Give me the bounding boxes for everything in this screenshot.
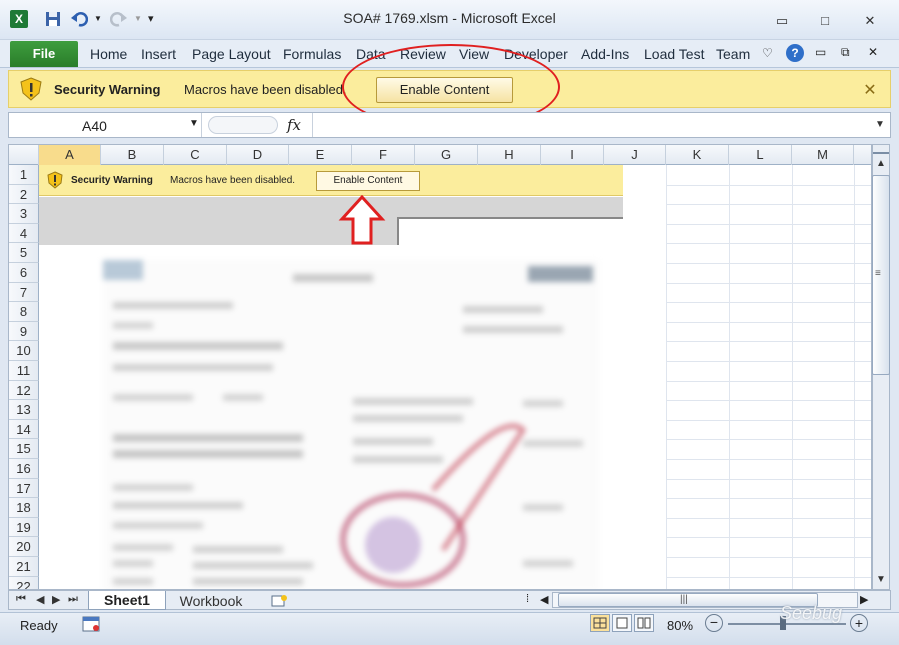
security-warning-title: Security Warning — [54, 82, 161, 97]
column-header[interactable]: A — [39, 145, 101, 165]
row-header[interactable]: 10 — [9, 341, 39, 361]
row-header[interactable]: 5 — [9, 243, 39, 263]
tab-load-test[interactable]: Load Test — [644, 46, 704, 62]
row-header[interactable]: 9 — [9, 321, 39, 342]
embedded-shield-icon — [47, 171, 63, 189]
scroll-left-icon[interactable]: ◀ — [540, 593, 548, 606]
workbook-minimize-icon[interactable]: ▭ — [815, 45, 826, 59]
security-warning-close-icon[interactable]: ✕ — [861, 80, 879, 99]
row-header[interactable]: 18 — [9, 498, 39, 518]
row-header[interactable]: 8 — [9, 302, 39, 322]
row-header[interactable]: 20 — [9, 537, 39, 557]
column-header[interactable]: M — [792, 145, 854, 165]
tab-formulas[interactable]: Formulas — [283, 46, 341, 62]
last-sheet-icon[interactable]: ⏭ — [68, 593, 78, 606]
zoom-level[interactable]: 80% — [667, 618, 693, 633]
row-header[interactable]: 6 — [9, 263, 39, 283]
embedded-warning-message: Macros have been disabled. — [170, 175, 296, 186]
zoom-in-button[interactable]: + — [850, 614, 868, 632]
tab-team[interactable]: Team — [716, 46, 750, 62]
watermark-text: Seebug — [780, 603, 843, 623]
name-box-dropdown-icon[interactable]: ▼ — [189, 118, 199, 129]
row-header[interactable]: 3 — [9, 204, 39, 224]
row-header[interactable]: 21 — [9, 557, 39, 577]
embedded-enable-content-button: Enable Content — [316, 171, 420, 191]
tab-page-layout[interactable]: Page Layout — [192, 46, 271, 62]
insert-function-icon[interactable]: fx — [287, 116, 301, 134]
column-header[interactable]: L — [729, 145, 792, 165]
column-header[interactable]: E — [289, 145, 352, 165]
workbook-restore-icon[interactable]: ⧉ — [841, 45, 850, 60]
column-header[interactable]: I — [541, 145, 604, 165]
row-header[interactable]: 2 — [9, 184, 39, 205]
column-header[interactable]: D — [227, 145, 289, 165]
maximize-button[interactable]: □ — [813, 13, 837, 29]
embedded-warning-title: Security Warning — [71, 175, 153, 186]
expand-formula-bar-icon[interactable]: ▼ — [870, 113, 890, 137]
row-header[interactable]: 1 — [9, 165, 39, 185]
workbook-close-icon[interactable]: ✕ — [868, 45, 878, 59]
insert-sheet-icon[interactable] — [270, 594, 288, 608]
formula-controls — [208, 116, 278, 134]
formula-input[interactable] — [312, 113, 870, 137]
status-bar — [0, 612, 899, 645]
select-all-corner[interactable] — [9, 145, 39, 165]
row-header[interactable]: 17 — [9, 478, 39, 499]
status-ready: Ready — [20, 618, 58, 633]
row-header[interactable]: 13 — [9, 400, 39, 420]
scroll-grip-icon: ||| — [680, 594, 688, 605]
scroll-down-icon[interactable]: ▼ — [873, 574, 889, 588]
tab-home[interactable]: Home — [90, 46, 127, 62]
embedded-lure-image[interactable]: Security Warning Macros have been disabl… — [39, 165, 623, 589]
column-header[interactable]: H — [478, 145, 541, 165]
row-header[interactable]: 15 — [9, 439, 39, 459]
tab-file[interactable]: File — [10, 41, 78, 67]
sheet-tab-sheet1[interactable]: Sheet1 — [88, 591, 166, 610]
name-box-value: A40 — [82, 118, 107, 134]
column-header[interactable]: G — [415, 145, 478, 165]
normal-view-icon[interactable] — [590, 614, 610, 632]
scroll-up-icon[interactable]: ▲ — [873, 158, 889, 172]
tab-split-icon[interactable]: ⁞ — [526, 593, 529, 605]
row-header[interactable]: 19 — [9, 517, 39, 538]
column-header[interactable]: F — [352, 145, 415, 165]
scroll-right-icon[interactable]: ▶ — [860, 593, 868, 606]
prev-sheet-icon[interactable]: ◀ — [36, 593, 44, 606]
row-header[interactable]: 16 — [9, 459, 39, 479]
shield-warning-icon — [20, 77, 42, 101]
page-layout-view-icon[interactable] — [612, 614, 632, 632]
sheet-tab-workbook[interactable]: Workbook — [168, 593, 254, 609]
row-header[interactable]: 12 — [9, 380, 39, 401]
column-header[interactable]: B — [101, 145, 164, 165]
row-header[interactable]: 7 — [9, 282, 39, 303]
row-header[interactable]: 14 — [9, 419, 39, 440]
tab-insert[interactable]: Insert — [141, 46, 176, 62]
red-arrow-icon — [338, 195, 386, 245]
window-title: SOA# 1769.xlsm - Microsoft Excel — [343, 10, 556, 26]
blurred-document-icon — [103, 260, 599, 589]
page-break-view-icon[interactable] — [634, 614, 654, 632]
row-header[interactable]: 4 — [9, 223, 39, 244]
row-header[interactable]: 22 — [9, 576, 39, 589]
embedded-white-area — [397, 217, 623, 245]
minimize-button[interactable]: ▭ — [770, 13, 794, 29]
column-header[interactable]: K — [666, 145, 729, 165]
security-warning-message: Macros have been disabled. — [184, 82, 347, 97]
scroll-grip-icon: ≡ — [875, 268, 881, 279]
next-sheet-icon[interactable]: ▶ — [52, 593, 60, 606]
tab-add-ins[interactable]: Add-Ins — [581, 46, 629, 62]
row-header[interactable]: 11 — [9, 361, 39, 381]
macro-record-icon[interactable] — [82, 615, 102, 633]
horizontal-scroll-thumb[interactable] — [558, 593, 818, 607]
split-box-icon[interactable] — [873, 146, 889, 154]
column-headers: A B C D E F G H I J K L M — [9, 145, 871, 165]
first-sheet-icon[interactable]: ⏮ — [16, 593, 26, 606]
worksheet-grid[interactable]: A B C D E F G H I J K L M 1 2 3 4 5 6 7 … — [8, 144, 872, 590]
minimize-ribbon-icon[interactable]: ♡ — [762, 46, 773, 60]
help-icon[interactable]: ? — [786, 44, 804, 62]
column-header[interactable]: J — [604, 145, 666, 165]
zoom-out-button[interactable]: − — [705, 614, 723, 632]
close-button[interactable]: ✕ — [858, 13, 882, 29]
column-header[interactable]: C — [164, 145, 227, 165]
